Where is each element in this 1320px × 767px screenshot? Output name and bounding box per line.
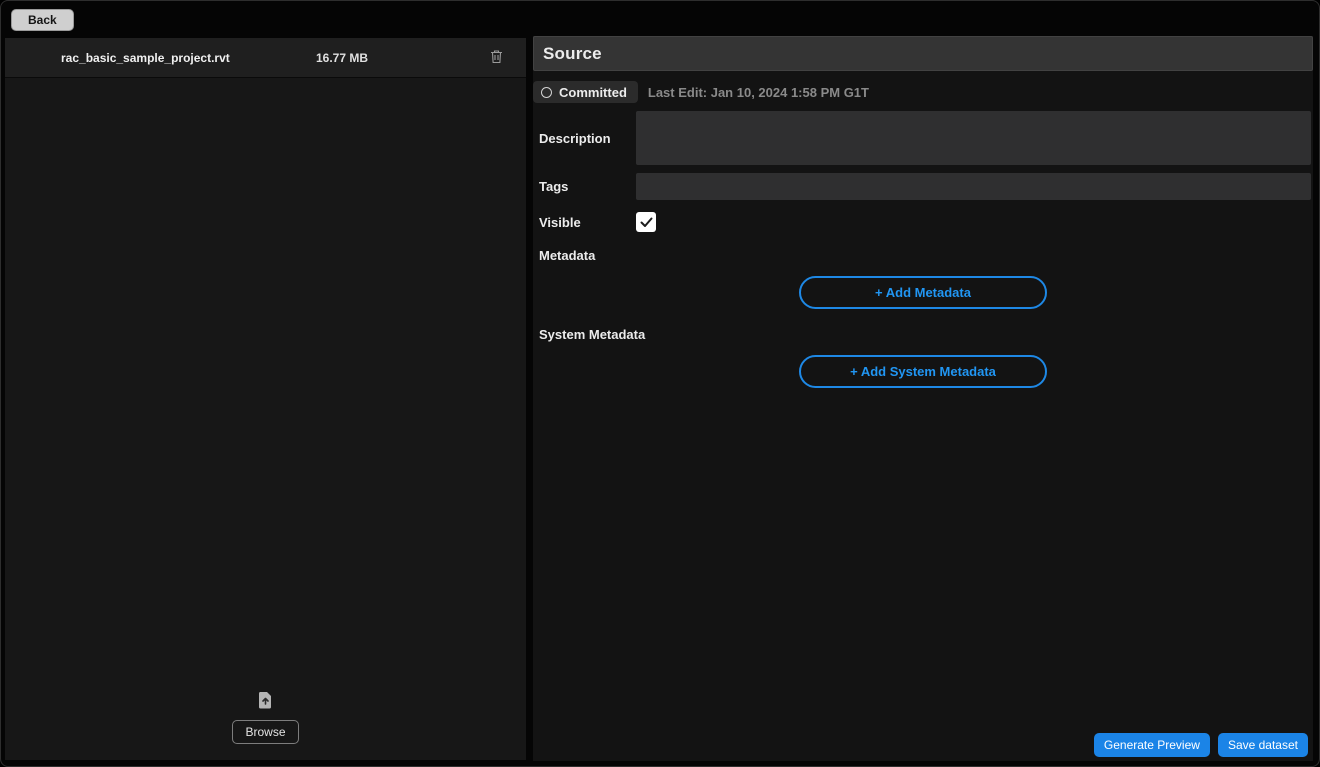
description-label: Description xyxy=(533,131,636,146)
browse-button[interactable]: Browse xyxy=(232,720,298,744)
status-badge-label: Committed xyxy=(559,85,627,100)
source-panel: Source Committed Last Edit: Jan 10, 2024… xyxy=(533,36,1313,761)
tags-label: Tags xyxy=(533,179,636,194)
visible-label: Visible xyxy=(533,215,636,230)
source-panel-header: Source xyxy=(533,36,1313,71)
last-edit-text: Last Edit: Jan 10, 2024 1:58 PM G1T xyxy=(648,85,869,100)
upload-area: Browse xyxy=(5,691,526,760)
visible-row: Visible xyxy=(533,212,1313,232)
add-metadata-button[interactable]: + Add Metadata xyxy=(799,276,1047,309)
circle-outline-icon xyxy=(541,87,552,98)
file-upload-icon xyxy=(257,691,274,714)
status-row: Committed Last Edit: Jan 10, 2024 1:58 P… xyxy=(533,81,1313,103)
back-button[interactable]: Back xyxy=(11,9,74,31)
app-window: Back rac_basic_sample_project.rvt 16.77 … xyxy=(0,0,1320,767)
status-badge: Committed xyxy=(533,81,638,103)
description-row: Description xyxy=(533,111,1313,165)
add-system-metadata-row: + Add System Metadata xyxy=(533,355,1313,388)
trash-icon xyxy=(490,49,503,67)
file-row[interactable]: rac_basic_sample_project.rvt 16.77 MB xyxy=(5,38,526,78)
metadata-row: Metadata xyxy=(533,248,1313,263)
visible-checkbox[interactable] xyxy=(636,212,656,232)
file-name: rac_basic_sample_project.rvt xyxy=(61,51,230,65)
delete-file-button[interactable] xyxy=(486,48,506,68)
add-system-metadata-button[interactable]: + Add System Metadata xyxy=(799,355,1047,388)
panel-title: Source xyxy=(543,44,602,64)
generate-preview-button[interactable]: Generate Preview xyxy=(1094,733,1210,757)
bottom-actions: Generate Preview Save dataset xyxy=(533,733,1313,761)
tags-input[interactable] xyxy=(636,173,1311,200)
save-dataset-button[interactable]: Save dataset xyxy=(1218,733,1308,757)
description-input[interactable] xyxy=(636,111,1311,165)
tags-row: Tags xyxy=(533,173,1313,200)
file-size: 16.77 MB xyxy=(316,51,368,65)
system-metadata-row: System Metadata xyxy=(533,327,1313,342)
metadata-label: Metadata xyxy=(533,248,636,263)
system-metadata-label: System Metadata xyxy=(533,327,645,342)
add-metadata-row: + Add Metadata xyxy=(533,276,1313,309)
checkmark-icon xyxy=(640,217,653,228)
files-panel: rac_basic_sample_project.rvt 16.77 MB xyxy=(5,38,526,760)
